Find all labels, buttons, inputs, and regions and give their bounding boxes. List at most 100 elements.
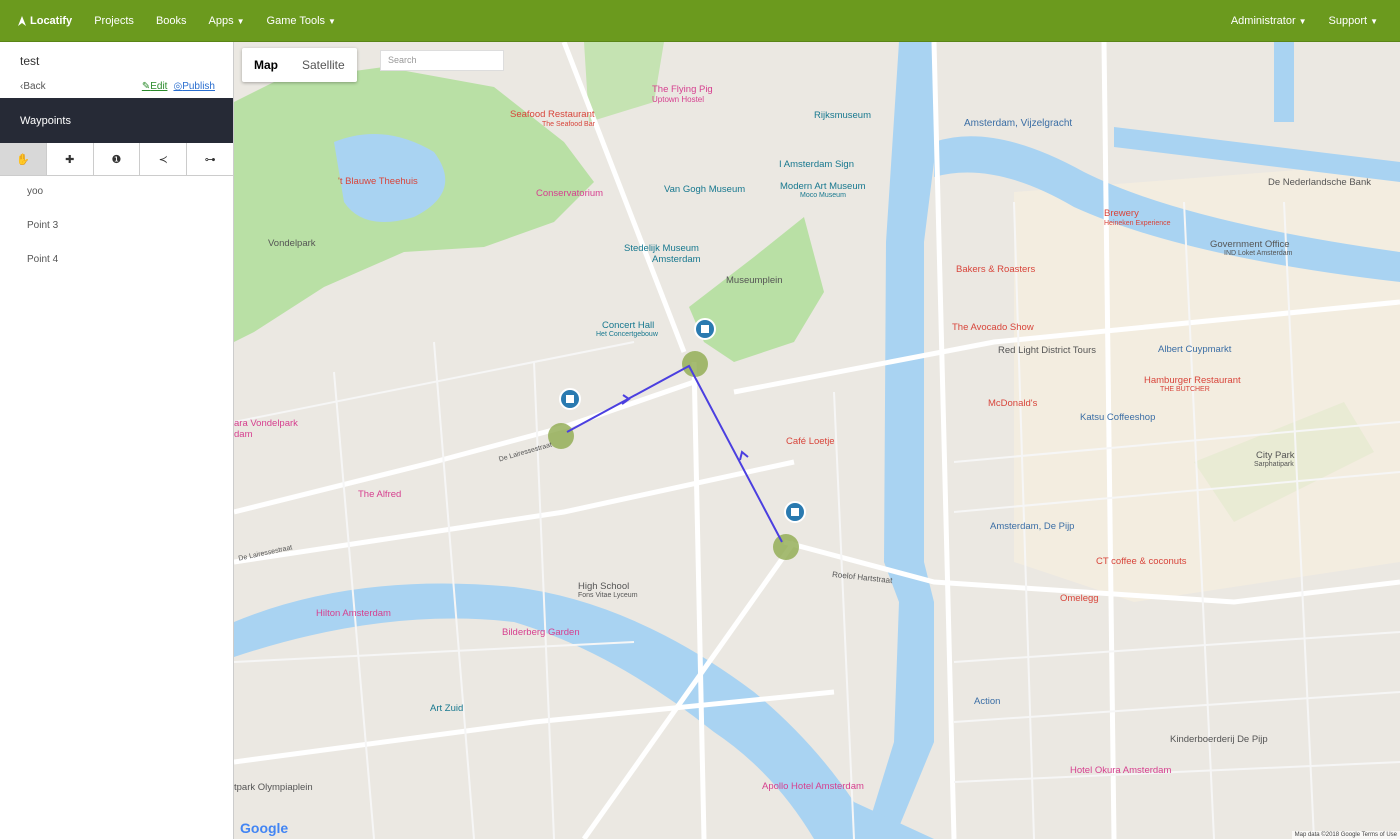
nav-apps-label: Apps xyxy=(208,14,234,27)
poi-label[interactable]: High School xyxy=(578,581,629,592)
caret-down-icon: ▼ xyxy=(328,16,336,26)
back-link[interactable]: ‹Back xyxy=(20,81,46,92)
map-type-map-button[interactable]: Map xyxy=(242,58,290,72)
poi-sublabel: Heineken Experience xyxy=(1104,220,1171,227)
poi-sublabel: Het Concertgebouw xyxy=(596,331,658,338)
nav-administrator[interactable]: Administrator ▼ xyxy=(1231,15,1307,27)
nav-apps[interactable]: Apps ▼ xyxy=(209,15,245,27)
poi-sublabel: Amsterdam xyxy=(652,254,701,265)
waypoint-toolbar: ✋ ✚ ❶ ≺ ⊶ xyxy=(0,143,233,176)
poi-label[interactable]: Modern Art Museum xyxy=(780,181,866,192)
add-waypoint-button[interactable]: ✚ xyxy=(46,143,94,175)
poi-label[interactable]: Bakers & Roasters xyxy=(956,264,1035,275)
poi-sublabel: Uptown Hostel xyxy=(652,95,705,104)
top-navbar: Locatify Projects Books Apps ▼ Game Tools… xyxy=(0,0,1400,42)
poi-label[interactable]: Katsu Coffeeshop xyxy=(1080,412,1155,423)
poi-label[interactable]: 't Blauwe Theehuis xyxy=(338,176,418,187)
poi-label[interactable]: The Avocado Show xyxy=(952,322,1034,333)
poi-label[interactable]: Kinderboerderij De Pijp xyxy=(1170,734,1268,745)
poi-label[interactable]: Stedelijk Museum xyxy=(624,243,699,254)
map-attribution[interactable]: Map data ©2018 Google Terms of Use xyxy=(1291,831,1400,839)
waypoint-item[interactable]: yoo xyxy=(27,186,58,220)
pan-tool-button[interactable]: ✋ xyxy=(0,143,47,175)
poi-label[interactable]: Brewery xyxy=(1104,208,1139,219)
edit-icon: ✎ xyxy=(141,81,151,92)
poi-label[interactable]: De Nederlandsche Bank xyxy=(1268,177,1371,188)
poi-label[interactable]: Café Loetje xyxy=(786,436,835,447)
poi-label[interactable]: Seafood Restaurant xyxy=(510,109,595,120)
poi-label[interactable]: The Flying Pig xyxy=(652,84,713,95)
area-label: City Park xyxy=(1256,450,1295,461)
share-button[interactable]: ≺ xyxy=(140,143,188,175)
poi-label[interactable]: Omelegg xyxy=(1060,593,1099,604)
poi-label[interactable]: Conservatorium xyxy=(536,188,603,199)
poi-label[interactable]: Van Gogh Museum xyxy=(664,184,745,195)
info-button[interactable]: ❶ xyxy=(93,143,141,175)
poi-sublabel: THE BUTCHER xyxy=(1160,386,1210,393)
poi-label[interactable]: McDonald's xyxy=(988,398,1037,409)
poi-label[interactable]: Action xyxy=(974,696,1000,707)
nav-game-tools-label: Game Tools xyxy=(266,14,326,27)
poi-sublabel: The Seafood Bar xyxy=(542,121,595,128)
map-type-control: Map Satellite xyxy=(242,48,357,82)
edit-link[interactable]: ✎Edit xyxy=(142,81,168,92)
poi-label[interactable]: Government Office xyxy=(1210,239,1290,250)
map-search-input[interactable]: Search xyxy=(380,50,504,71)
canal-south xyxy=(234,583,934,839)
green-strip xyxy=(584,42,664,122)
map-type-satellite-button[interactable]: Satellite xyxy=(290,58,357,72)
poi-label[interactable]: Hamburger Restaurant xyxy=(1144,375,1241,386)
poi-label[interactable]: The Alfred xyxy=(358,489,401,500)
station-label[interactable]: Amsterdam, Vijzelgracht xyxy=(964,118,1072,129)
poi-label[interactable]: Bilderberg Garden xyxy=(502,627,580,638)
poi-sublabel: Moco Museum xyxy=(800,192,846,199)
museumplein-area xyxy=(689,217,824,362)
hand-icon: ✋ xyxy=(16,153,30,166)
publish-link[interactable]: ◎Publish xyxy=(173,81,215,92)
poi-sublabel: dam xyxy=(234,429,253,440)
poi-label[interactable]: Concert Hall xyxy=(602,320,654,331)
station-label[interactable]: Amsterdam, De Pijp xyxy=(990,521,1074,532)
canal-singelgracht xyxy=(864,42,934,839)
waypoint-item[interactable]: Point 3 xyxy=(27,220,58,254)
connect-button[interactable]: ⊶ xyxy=(187,143,233,175)
route-path xyxy=(548,351,799,560)
plus-icon: ✚ xyxy=(65,153,75,166)
connector-icon: ⊶ xyxy=(204,153,216,166)
poi-label[interactable]: Art Zuid xyxy=(430,703,463,714)
poi-label[interactable]: Albert Cuypmarkt xyxy=(1158,344,1231,355)
edit-label: Edit xyxy=(150,81,168,92)
poi-label[interactable]: CT coffee & coconuts xyxy=(1096,556,1186,567)
nav-books[interactable]: Books xyxy=(156,15,187,27)
poi-label[interactable]: Hilton Amsterdam xyxy=(316,608,391,619)
canal-east xyxy=(1274,42,1294,122)
publish-label: Publish xyxy=(182,81,215,92)
locatify-logo-icon xyxy=(18,15,26,26)
globe-icon: ◎ xyxy=(173,81,183,92)
brand-name: Locatify xyxy=(30,14,73,27)
google-logo[interactable]: Google xyxy=(240,820,288,836)
nav-administrator-label: Administrator xyxy=(1230,14,1296,27)
area-label: Museumplein xyxy=(726,275,783,286)
nav-game-tools[interactable]: Game Tools ▼ xyxy=(267,15,336,27)
poi-label[interactable]: Rijksmuseum xyxy=(814,110,871,121)
caret-down-icon: ▼ xyxy=(1370,16,1378,26)
brand-logo[interactable]: Locatify xyxy=(16,15,72,27)
poi-label[interactable]: Red Light District Tours xyxy=(998,345,1096,356)
poi-label[interactable]: ara Vondelpark xyxy=(234,418,298,429)
share-icon: ≺ xyxy=(158,153,168,166)
poi-label[interactable]: Hotel Okura Amsterdam xyxy=(1070,765,1171,776)
nav-projects[interactable]: Projects xyxy=(94,15,134,27)
poi-sublabel: IND Loket Amsterdam xyxy=(1224,250,1293,257)
poi-label[interactable]: I Amsterdam Sign xyxy=(779,159,854,170)
sidebar: test ‹Back ✎Edit ◎Publish Waypoints ✋ ✚ … xyxy=(0,42,234,839)
poi-label[interactable]: Apollo Hotel Amsterdam xyxy=(762,781,864,792)
nav-support-label: Support xyxy=(1328,14,1368,27)
waypoint-item[interactable]: Point 4 xyxy=(27,254,58,288)
back-label: Back xyxy=(23,81,46,92)
map-canvas[interactable]: Map Satellite Search The Flying Pig Upto… xyxy=(234,42,1400,839)
nav-support[interactable]: Support ▼ xyxy=(1329,15,1378,27)
caret-down-icon: ▼ xyxy=(1298,16,1307,26)
caret-down-icon: ▼ xyxy=(236,16,245,26)
section-header: Waypoints xyxy=(0,98,233,143)
